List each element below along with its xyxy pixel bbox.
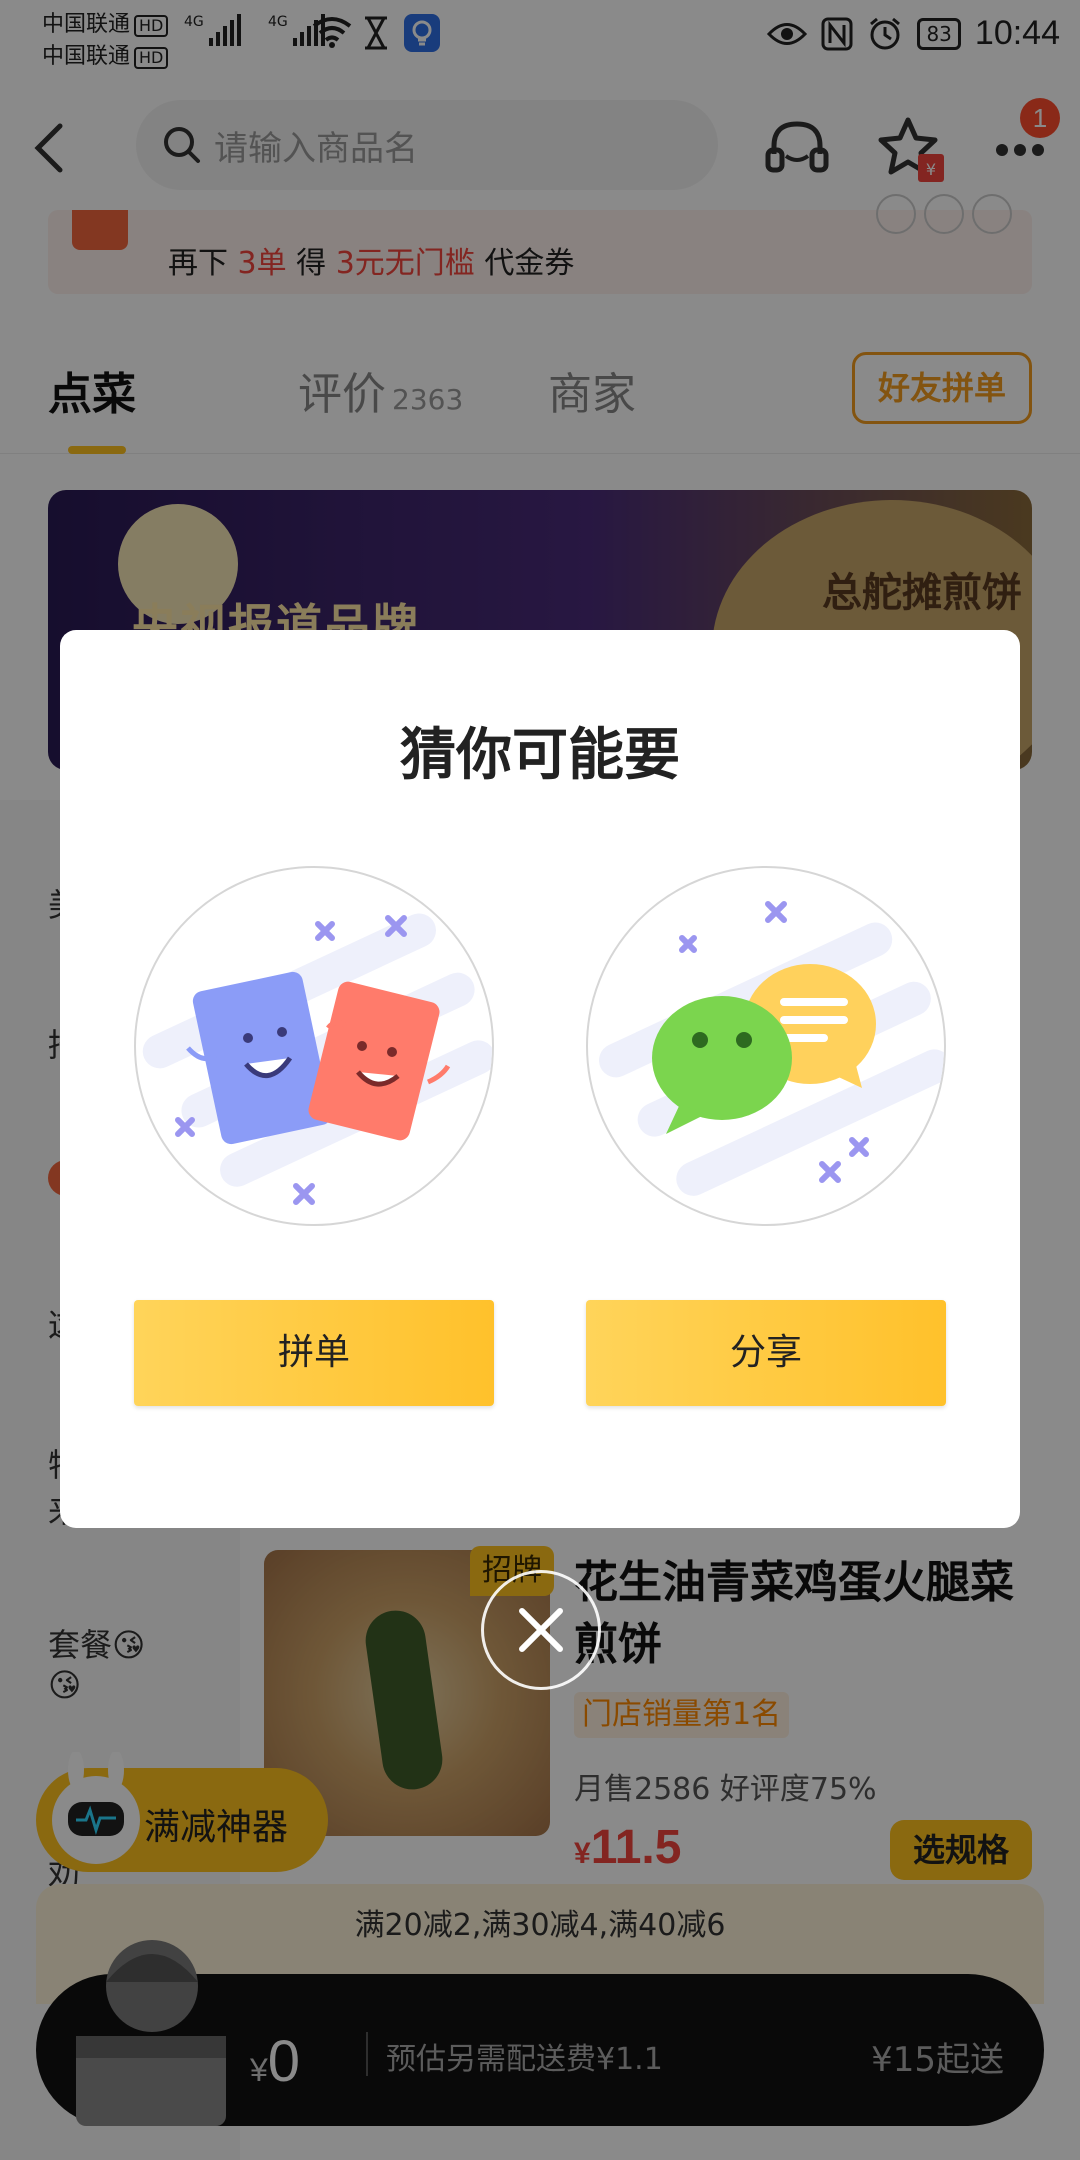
share-button[interactable]: 分享	[586, 1300, 946, 1406]
close-icon	[519, 1608, 563, 1652]
cards-icon	[142, 913, 492, 1205]
suggestion-dialog: 猜你可能要 拼单 分享	[60, 630, 1020, 1528]
group-order-illustration[interactable]	[134, 866, 494, 1226]
group-order-option: 拼单	[134, 866, 494, 1406]
close-dialog-button[interactable]	[481, 1570, 601, 1690]
share-option: 分享	[586, 866, 946, 1406]
dialog-title: 猜你可能要	[400, 723, 680, 788]
wechat-chat-icon	[598, 901, 944, 1196]
share-illustration[interactable]	[586, 866, 946, 1226]
group-order-button[interactable]: 拼单	[134, 1300, 494, 1406]
